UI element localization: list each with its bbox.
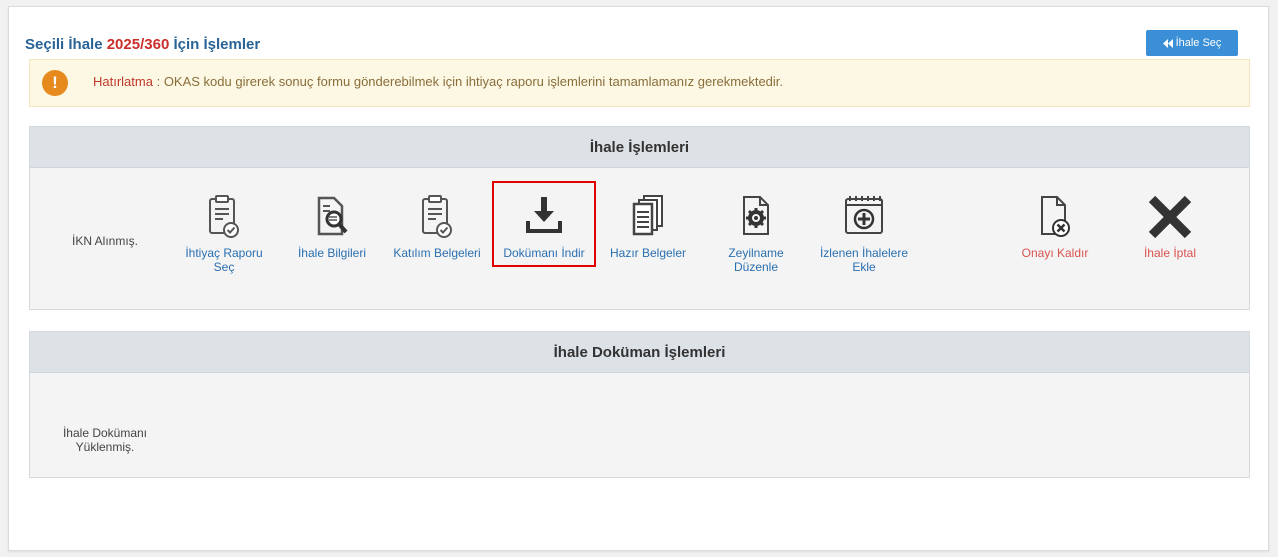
tender-document-panel: İhale Doküman İşlemleri [29, 331, 1250, 478]
cancel-tender-button[interactable]: İhale İptal [1120, 194, 1220, 260]
document-search-icon [317, 196, 348, 236]
calendar-plus-icon [845, 196, 883, 234]
title-prefix: Seçili İhale [25, 36, 103, 53]
remove-approval-label: Onayı Kaldır [1021, 246, 1089, 260]
select-tender-button[interactable]: İhale Seç [1146, 30, 1238, 56]
exclamation-icon: ! [42, 70, 68, 96]
addendum-edit-button[interactable]: Zeyilname Düzenle [710, 194, 802, 274]
needs-report-label-2: Seç [213, 260, 235, 274]
participation-documents-label: Katılım Belgeleri [393, 246, 481, 260]
needs-report-select-button[interactable]: İhtiyaç Raporu Seç [168, 194, 280, 274]
remove-approval-button[interactable]: Onayı Kaldır [1005, 194, 1105, 260]
ikn-number: 2025/360 [106, 36, 170, 53]
select-tender-label: İhale Seç [1175, 37, 1222, 49]
document-status-line2: Yüklenmiş. [75, 440, 135, 454]
close-icon [1148, 195, 1192, 239]
title-suffix: İçin İşlemler [173, 36, 261, 53]
tender-document-title: İhale Doküman İşlemleri [30, 332, 1249, 373]
page-title: Seçili İhale 2025/360 İçin İşlemler [25, 36, 260, 53]
reminder-alert: ! Hatırlatma : OKAS kodu girerek sonuç f… [29, 59, 1250, 107]
selection-highlight [492, 181, 596, 267]
ready-documents-label: Hazır Belgeler [609, 246, 687, 260]
document-remove-icon [1041, 196, 1070, 237]
ready-documents-button[interactable]: Hazır Belgeler [600, 194, 696, 260]
documents-stack-icon [632, 195, 663, 236]
alert-text: : OKAS kodu girerek sonuç formu göndereb… [156, 74, 784, 89]
needs-report-label-1: İhtiyaç Raporu [185, 246, 263, 260]
alert-label: Hatırlatma [93, 74, 153, 89]
watchlist-label-1: İzlenen İhalelere [819, 246, 909, 260]
alert-message: Hatırlatma : OKAS kodu girerek sonuç for… [93, 74, 783, 89]
tender-info-label: İhale Bilgileri [297, 246, 367, 260]
clipboard-check-icon [209, 195, 239, 238]
double-chevron-left-icon [1162, 38, 1173, 48]
add-to-watchlist-button[interactable]: İzlenen İhalelere Ekle [808, 194, 920, 274]
addendum-label-1: Zeyilname [728, 246, 784, 260]
cancel-tender-label: İhale İptal [1143, 246, 1197, 260]
clipboard-check-icon [422, 195, 452, 238]
watchlist-label-2: Ekle [852, 260, 876, 274]
ikn-status: İKN Alınmış. [71, 234, 139, 248]
document-status: İhale Dokümanı Yüklenmiş. [40, 426, 170, 454]
document-status-line1: İhale Dokümanı [62, 426, 148, 440]
document-gear-icon [743, 196, 769, 235]
tender-actions-title: İhale İşlemleri [30, 127, 1249, 168]
participation-documents-button[interactable]: Katılım Belgeleri [384, 194, 490, 260]
tender-info-button[interactable]: İhale Bilgileri [280, 194, 384, 260]
addendum-label-2: Düzenle [733, 260, 779, 274]
